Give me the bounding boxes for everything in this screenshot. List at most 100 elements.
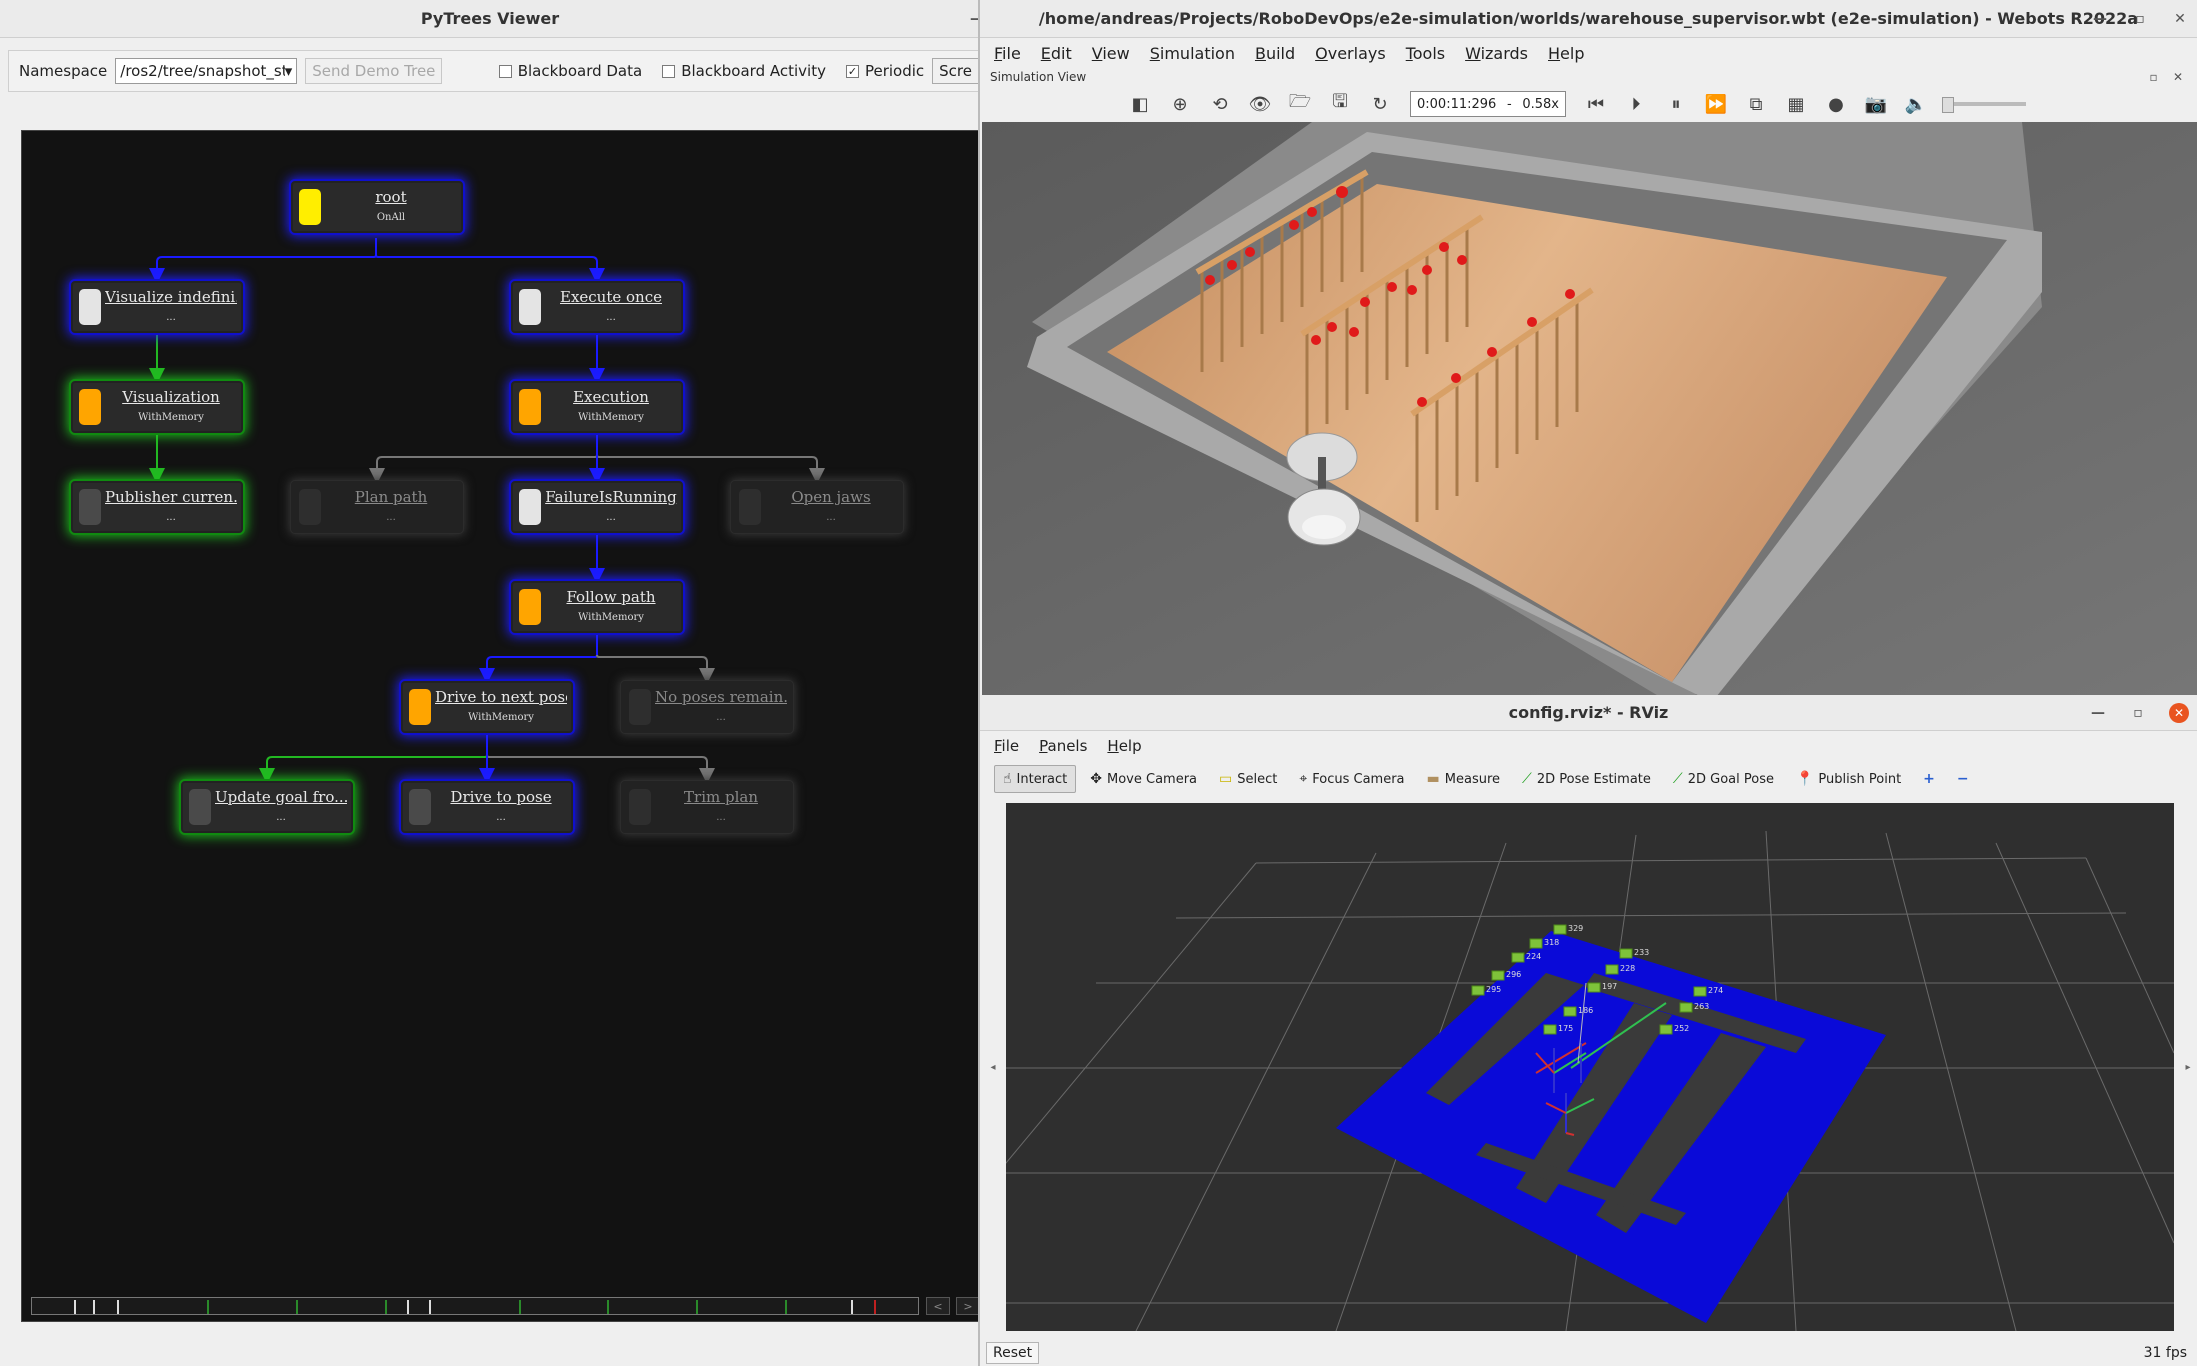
move-camera-tool[interactable]: ✥ Move Camera [1082, 765, 1205, 793]
add-tool-button[interactable]: + [1915, 765, 1943, 793]
menu-simulation[interactable]: Simulation [1140, 44, 1245, 63]
bt-node-visualize-indefinitely[interactable]: Visualize indefini... ... [71, 281, 243, 333]
rviz-toolbar: ☝ Interact ✥ Move Camera ▭ Select ⌖ Focus Ca… [980, 761, 2197, 797]
node-name: root [375, 188, 407, 206]
menu-file[interactable]: File [984, 737, 1029, 755]
snapshot-timeline[interactable] [31, 1297, 919, 1315]
render-toggle-icon[interactable]: ⧉ [1736, 89, 1776, 119]
right-panel-toggle[interactable]: ▸ [2181, 803, 2195, 1331]
menu-edit[interactable]: Edit [1031, 44, 1082, 63]
periodic-checkbox[interactable]: ✓ Periodic [845, 62, 924, 80]
minimize-icon[interactable]: — [2091, 10, 2109, 28]
close-icon[interactable]: ✕ [2169, 703, 2189, 723]
publish-point-tool[interactable]: 📍 Publish Point [1788, 765, 1909, 793]
node-policy: WithMemory [138, 412, 204, 423]
reset-button[interactable]: Reset [986, 1342, 1040, 1364]
remove-tool-button[interactable]: − [1949, 765, 1977, 793]
dock-controls[interactable]: ▫ ✕ [2150, 68, 2183, 86]
measure-tool[interactable]: ▬ Measure [1419, 765, 1508, 793]
interact-tool[interactable]: ☝ Interact [994, 765, 1077, 793]
reset-simulation-icon[interactable]: ⏮ [1576, 89, 1616, 119]
focus-camera-tool[interactable]: ⌖ Focus Camera [1291, 765, 1412, 793]
save-icon[interactable]: 🖫 [1320, 89, 1360, 119]
node-name: No poses remain... [655, 688, 787, 706]
minimize-icon[interactable]: — [2089, 704, 2107, 722]
timeline-prev-button[interactable]: < [926, 1297, 950, 1315]
node-name: FailureIsRunning [545, 488, 677, 506]
camera-icon[interactable]: 📷 [1856, 89, 1896, 119]
node-policy: ... [166, 512, 176, 523]
maximize-icon[interactable]: ▫ [2129, 704, 2147, 722]
scene-tree-toggle-icon[interactable]: ◧ [1120, 89, 1160, 119]
record-movie-icon[interactable]: ▦ [1776, 89, 1816, 119]
select-tool[interactable]: ▭ Select [1211, 765, 1285, 793]
reload-icon[interactable]: ↻ [1360, 89, 1400, 119]
left-panel-toggle[interactable]: ◂ [986, 803, 1000, 1331]
menu-overlays[interactable]: Overlays [1305, 44, 1396, 63]
screenshot-button[interactable]: Scre [932, 58, 979, 84]
record-icon[interactable]: ● [1816, 89, 1856, 119]
close-icon[interactable]: ✕ [2171, 10, 2189, 28]
node-policy: ... [826, 512, 836, 523]
bt-node-visualization[interactable]: Visualization WithMemory [71, 381, 243, 433]
status-indicator [519, 289, 541, 325]
menu-help[interactable]: Help [1538, 44, 1594, 63]
bt-node-drive-to-pose[interactable]: Drive to pose ... [401, 781, 573, 833]
status-indicator [739, 489, 761, 525]
marker-label: 186 [1578, 1006, 1593, 1015]
blackboard-data-checkbox[interactable]: Blackboard Data [498, 62, 642, 80]
open-folder-icon[interactable]: 🗁 [1280, 89, 1320, 119]
fast-forward-icon[interactable]: ⏩ [1696, 89, 1736, 119]
rotate-view-icon[interactable]: ⟲ [1200, 89, 1240, 119]
tool-label: Measure [1444, 771, 1501, 787]
simulation-3d-view[interactable] [982, 122, 2197, 695]
menu-wizards[interactable]: Wizards [1455, 44, 1538, 63]
rviz-3d-view[interactable]: 329 318 224 296 295 233 228 197 274 263 … [1006, 803, 2174, 1331]
bt-node-follow-path[interactable]: Follow path WithMemory [511, 581, 683, 633]
map-pin-icon: 📍 [1795, 771, 1814, 787]
bt-node-drive-to-next-pose[interactable]: Drive to next pose WithMemory [401, 681, 573, 733]
rviz-titlebar: config.rviz* - RViz — ▫ ✕ [980, 695, 2197, 731]
node-name: Publisher curren... [105, 488, 237, 506]
bt-node-execution[interactable]: Execution WithMemory [511, 381, 683, 433]
bt-node-trim-plan[interactable]: Trim plan ... [621, 781, 793, 833]
menu-help[interactable]: Help [1097, 737, 1151, 755]
bt-node-root[interactable]: root OnAll [291, 181, 463, 233]
timeline-next-button[interactable]: > [956, 1297, 980, 1315]
menu-tools[interactable]: Tools [1396, 44, 1455, 63]
namespace-value: /ros2/tree/snapshot_st [120, 62, 285, 80]
menu-view[interactable]: View [1082, 44, 1140, 63]
namespace-select[interactable]: /ros2/tree/snapshot_st ▾ [115, 58, 298, 84]
add-node-icon[interactable]: ⊕ [1160, 89, 1200, 119]
rviz-menubar: File Panels Help [980, 731, 2197, 761]
mute-icon[interactable]: 🔈 [1896, 89, 1936, 119]
bt-node-open-jaws[interactable]: Open jaws ... [731, 481, 903, 533]
bt-node-no-poses-remaining[interactable]: No poses remain... ... [621, 681, 793, 733]
bt-node-plan-path[interactable]: Plan path ... [291, 481, 463, 533]
minus-icon: − [1956, 771, 1969, 787]
bt-node-update-goal[interactable]: Update goal fro... ... [181, 781, 353, 833]
behaviour-tree-canvas[interactable]: root OnAll Visualize indefini... ... Exe… [21, 130, 980, 1322]
pause-icon[interactable]: ⏸ [1656, 89, 1696, 119]
marker-label: 263 [1694, 1002, 1709, 1011]
bt-node-failure-is-running[interactable]: FailureIsRunning ... [511, 481, 683, 533]
volume-slider[interactable] [1942, 97, 2026, 113]
send-demo-tree-button[interactable]: Send Demo Tree [305, 58, 443, 84]
marker-label: 296 [1506, 970, 1521, 979]
maximize-icon[interactable]: ▫ [2131, 10, 2149, 28]
select-box-icon: ▭ [1219, 771, 1233, 787]
blackboard-activity-checkbox[interactable]: Blackboard Activity [662, 62, 826, 80]
step-icon[interactable]: ⏵ [1616, 89, 1656, 119]
node-policy: ... [496, 812, 506, 823]
eye-icon[interactable]: 👁 [1240, 89, 1280, 119]
namespace-label: Namespace [19, 62, 108, 80]
bt-node-execute-once[interactable]: Execute once ... [511, 281, 683, 333]
status-indicator [409, 689, 431, 725]
node-policy: OnAll [376, 212, 406, 223]
goal-pose-tool[interactable]: ⟋ 2D Goal Pose [1665, 765, 1782, 793]
menu-build[interactable]: Build [1245, 44, 1305, 63]
menu-panels[interactable]: Panels [1029, 737, 1097, 755]
bt-node-publisher-current[interactable]: Publisher curren... ... [71, 481, 243, 533]
menu-file[interactable]: File [984, 44, 1031, 63]
pose-estimate-tool[interactable]: ⟋ 2D Pose Estimate [1514, 765, 1659, 793]
